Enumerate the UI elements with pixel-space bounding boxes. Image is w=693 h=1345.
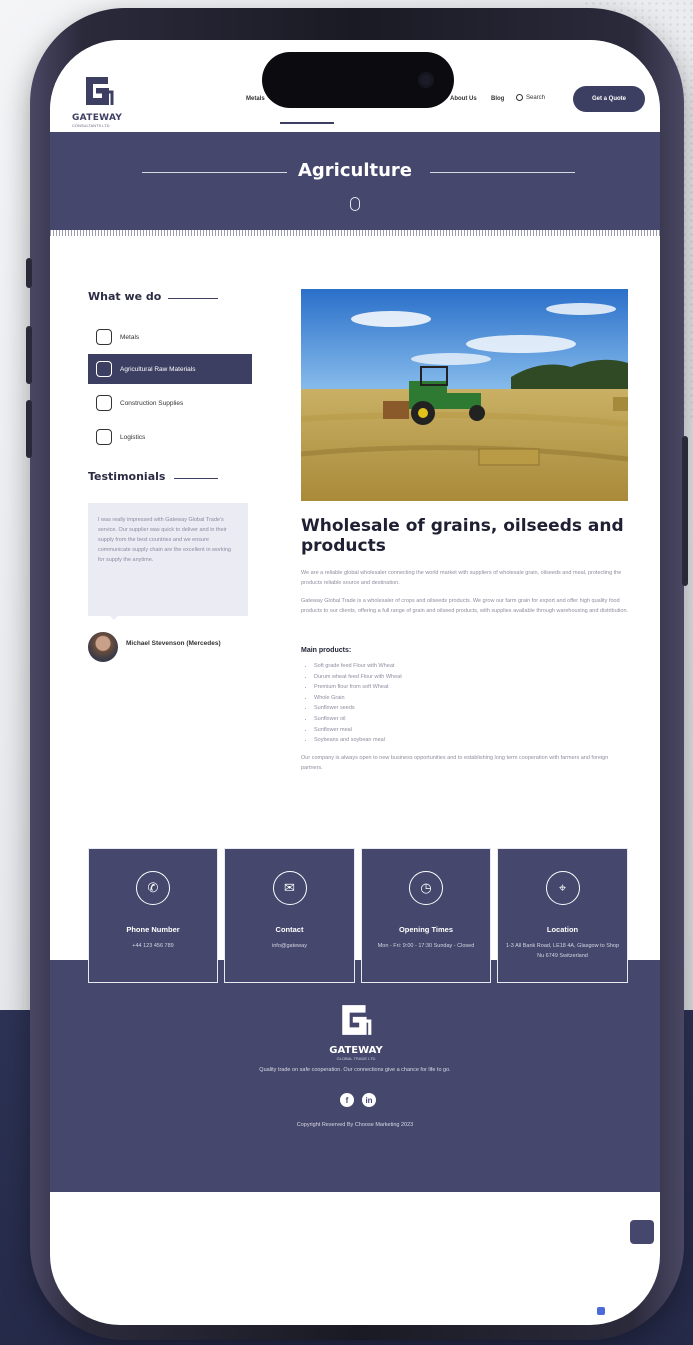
main-products-label: Main products: — [301, 647, 352, 654]
footer-tagline: Quality trade on safe cooperation. Our c… — [259, 1067, 451, 1073]
contact-card-value: +44 123 456 789 — [132, 943, 174, 949]
list-item: Soybeans and soybean meal — [314, 735, 514, 746]
sidebar-item-label: Construction Supplies — [120, 399, 184, 407]
mute-switch — [26, 258, 32, 288]
site-logo[interactable]: GATEWAY CONSULTANTS LTD — [72, 74, 128, 128]
site-footer: GATEWAY GLOBAL TRADE LTD Quality trade o… — [50, 960, 660, 1192]
email-icon: ✉ — [272, 871, 307, 905]
phone-icon: ✆ — [136, 871, 170, 905]
search-icon — [516, 94, 523, 101]
recaptcha-badge — [597, 1306, 643, 1316]
sidebar-item-agricultural-raw-materials[interactable]: Agricultural Raw Materials — [88, 354, 252, 384]
contact-card-value: Mon - Fri: 9:00 - 17:30 Sunday - Closed — [377, 943, 475, 949]
footer-logo-subtitle: GLOBAL TRADE LTD — [336, 1056, 376, 1061]
sidebar-item-label: Metals — [120, 333, 140, 341]
footer-logo[interactable]: GATEWAY GLOBAL TRADE LTD — [326, 1002, 386, 1061]
logo-subtitle: CONSULTANTS LTD — [72, 123, 110, 128]
dynamic-island — [262, 52, 454, 108]
location-icon: ⌖ — [545, 871, 580, 905]
contact-card-title: Opening Times — [398, 925, 454, 934]
nav-blog[interactable]: Blog — [491, 96, 504, 102]
building-icon — [96, 395, 112, 411]
nav-search[interactable]: Search — [516, 94, 545, 101]
testimonials-rule — [174, 478, 218, 479]
details-paragraph: Gateway Global Trade is a wholesaler of … — [301, 598, 629, 614]
contact-card-phone[interactable]: ✆ Phone Number +44 123 456 789 — [88, 848, 218, 983]
facebook-icon[interactable]: f — [340, 1093, 354, 1107]
nav-active-underline — [280, 122, 334, 124]
testimonial-text: I was really impressed with Gateway Glob… — [98, 517, 231, 563]
testimonials-heading: Testimonials — [88, 470, 166, 483]
contact-card-title: Contact — [275, 925, 304, 934]
power-button — [682, 436, 688, 586]
camera-icon — [418, 72, 434, 88]
contact-card-title: Location — [546, 925, 579, 934]
get-a-quote-button[interactable]: Get a Quote — [573, 86, 645, 112]
testimonial-quote: I was really impressed with Gateway Glob… — [88, 503, 248, 620]
sidebar-item-logistics[interactable]: Logistics — [88, 422, 252, 452]
gateway-logo-icon — [86, 77, 114, 105]
sidebar-item-label: Logistics — [120, 433, 146, 441]
nav-search-label: Search — [526, 95, 546, 102]
contact-card-location[interactable]: ⌖ Location 1-3 All Bank Road, LE18 4A, G… — [497, 848, 628, 983]
volume-up-button — [26, 326, 32, 384]
social-links: f in — [340, 1093, 376, 1107]
sidebar-item-metals[interactable]: Metals — [88, 322, 252, 352]
what-we-do-rule — [168, 298, 218, 299]
list-item: Sunflower meal — [314, 725, 514, 736]
closing-paragraph: Our company is always open to new busine… — [301, 755, 609, 771]
intro-paragraph: We are a reliable global wholesaler conn… — [301, 570, 622, 586]
sidebar-item-construction-supplies[interactable]: Construction Supplies — [88, 388, 252, 418]
list-item: Sunflower oil — [314, 714, 514, 725]
volume-down-button — [26, 400, 32, 458]
plant-icon — [96, 361, 112, 377]
copyright: Copyright Reserved By Choose Marketing 2… — [296, 1122, 414, 1128]
linkedin-icon[interactable]: in — [362, 1093, 376, 1107]
avatar — [88, 632, 118, 662]
footer-logo-name: GATEWAY — [329, 1045, 383, 1056]
what-we-do-heading: What we do — [88, 290, 162, 303]
contact-card-title: Phone Number — [126, 925, 180, 934]
nav-metals[interactable]: Metals — [246, 96, 265, 102]
contact-card-value: info@gateway — [272, 943, 307, 949]
content-title: Wholesale of grains, oilseeds and produc… — [301, 516, 624, 556]
grass-divider — [50, 230, 660, 236]
contact-card-opening-times[interactable]: ◷ Opening Times Mon - Fri: 9:00 - 17:30 … — [361, 848, 491, 983]
page-title: Agriculture — [297, 160, 413, 181]
testimonial-author: Michael Stevenson (Mercedes) — [126, 640, 221, 647]
list-item: Soft grade feed Flour with Wheat — [314, 661, 514, 672]
sidebar-item-label: Agricultural Raw Materials — [120, 365, 196, 373]
chat-widget-button[interactable] — [630, 1220, 654, 1244]
contact-card-email[interactable]: ✉ Contact info@gateway — [224, 848, 355, 983]
list-item: Whole Grain — [314, 693, 514, 704]
tractor-field-image — [301, 289, 628, 501]
phone-screen: GATEWAY CONSULTANTS LTD Metals About Us … — [50, 40, 660, 1325]
list-item: Premium flour from soft Wheat — [314, 682, 514, 693]
logo-name: GATEWAY — [72, 113, 123, 123]
logistics-icon — [96, 429, 112, 445]
nav-about-us[interactable]: About Us — [450, 96, 477, 102]
list-item: Durum wheat feed Flour with Wheat — [314, 672, 514, 683]
banner-rule-right — [430, 172, 575, 173]
gateway-logo-icon — [342, 1005, 372, 1035]
clock-icon: ◷ — [409, 871, 443, 905]
leaf-icon — [350, 197, 360, 211]
list-item: Sunflower seeds — [314, 703, 514, 714]
recaptcha-icon — [597, 1307, 605, 1315]
products-list: Soft grade feed Flour with Wheat Durum w… — [314, 661, 514, 746]
contact-card-value: 1-3 All Bank Road, LE18 4A, Glasgow to S… — [505, 943, 620, 959]
metals-icon — [96, 329, 112, 345]
page-banner: Agriculture — [50, 132, 660, 230]
